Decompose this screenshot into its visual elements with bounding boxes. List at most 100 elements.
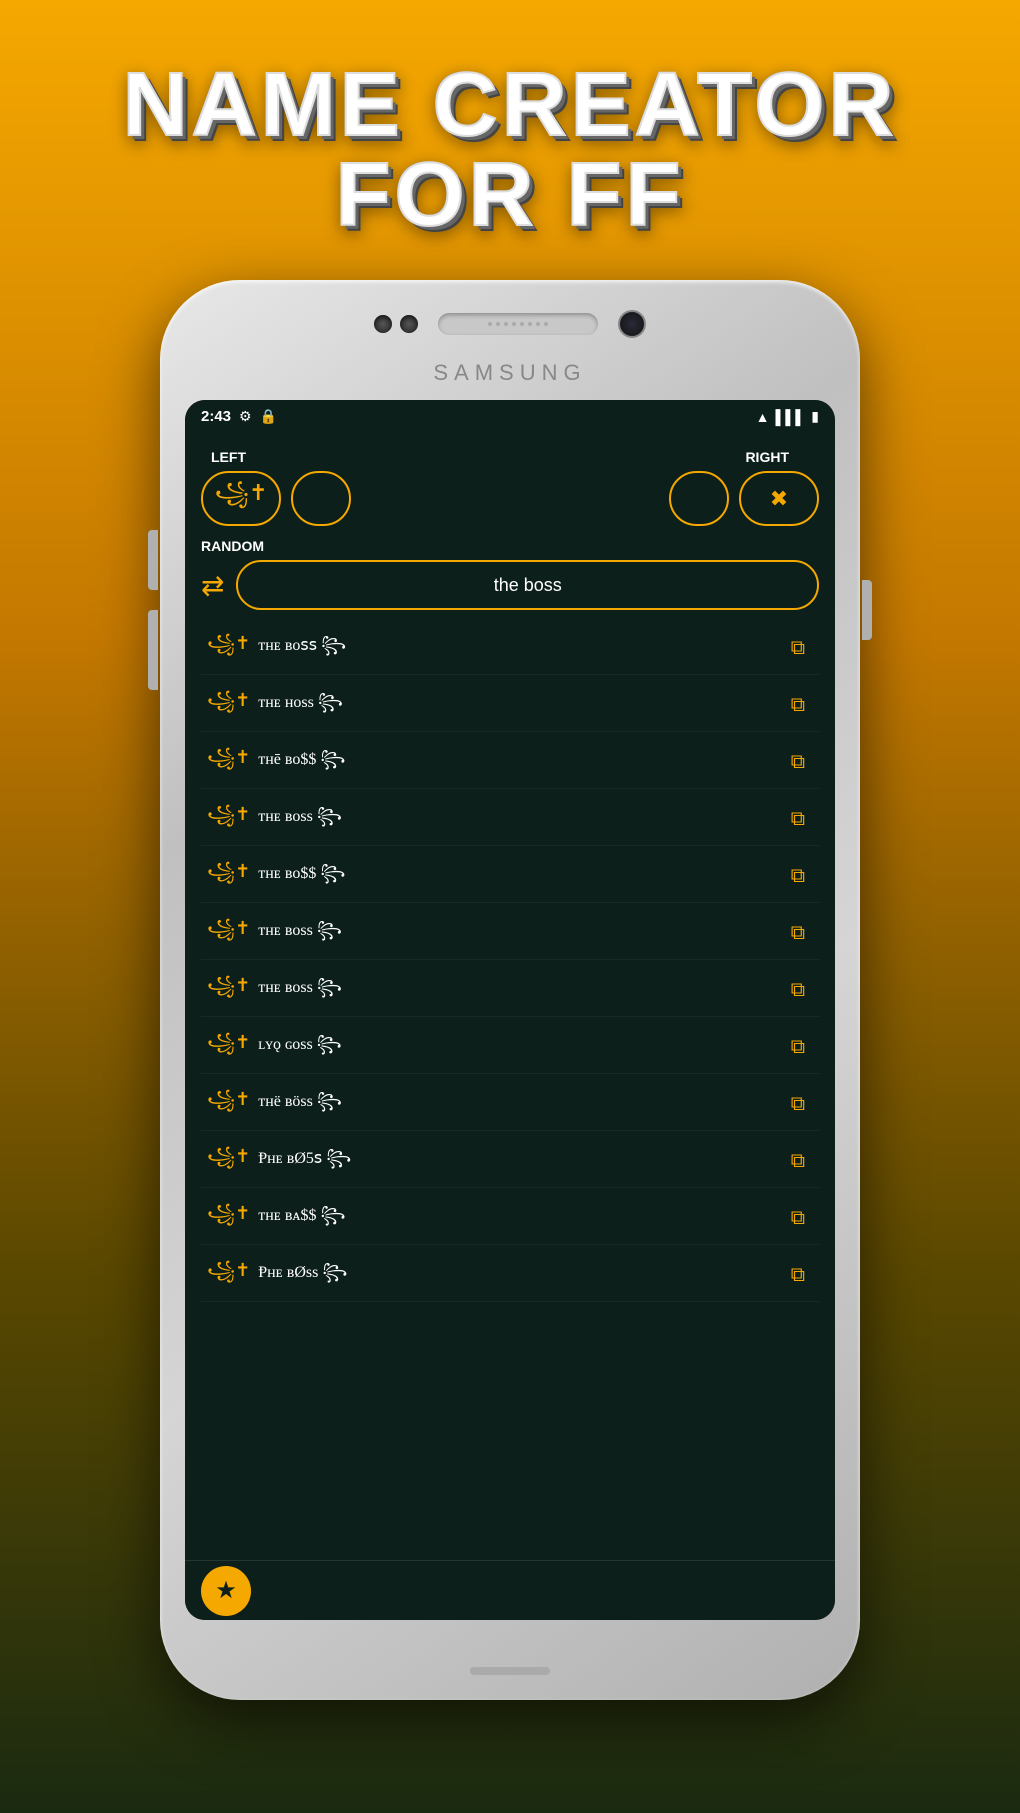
name-row-content: ꧁✝ ʟʏǫ ɢoss ꧂ [207, 1029, 783, 1065]
favorites-button[interactable]: ★ [201, 1566, 251, 1616]
name-list-item: ꧁✝ ᴛнᴇ ʙᴀ$$ ꧂ ⧉ [201, 1192, 819, 1245]
phone-top-elements [374, 310, 646, 338]
title-line1: NAME CREATOR [123, 60, 898, 150]
name-text-9: Ᵽнᴇ ʙØ5ꜱ ꧂ [258, 1145, 351, 1178]
name-list-item: ꧁✝ Ᵽнᴇ ʙØss ꧂ ⧉ [201, 1249, 819, 1302]
settings-icon: ⚙ [239, 408, 252, 425]
power-button [862, 580, 872, 640]
name-row-content: ꧁✝ ᴛнᴇ ʙo$$ ꧂ [207, 858, 783, 894]
name-row-content: ꧁✝ ᴛнē ʙo$$ ꧂ [207, 744, 783, 780]
name-row-content: ꧁✝ ᴛнᴇ ʜᴏss ꧂ [207, 687, 783, 723]
copy-button-0[interactable]: ⧉ [783, 633, 813, 664]
symbol-button-2[interactable] [291, 471, 351, 526]
status-bar: 2:43 ⚙ 🔒 ▲ ▌▌▌ ▮ [185, 400, 835, 433]
copy-button-1[interactable]: ⧉ [783, 690, 813, 721]
name-row-content: ꧁✝ Ᵽнᴇ ʙØss ꧂ [207, 1257, 783, 1293]
home-button[interactable] [470, 1667, 550, 1675]
name-row-content: ꧁✝ ᴛʜᴇ ʙᴏꜱꜱ ꧂ [207, 630, 783, 666]
name-list-item: ꧁✝ ᴛнē ʙo$$ ꧂ ⧉ [201, 736, 819, 789]
name-text-0: ᴛʜᴇ ʙᴏꜱꜱ ꧂ [258, 632, 346, 665]
battery-icon: ▮ [811, 408, 819, 425]
name-row-content: ꧁✝ ᴛнᴇ ʙᴀ$$ ꧂ [207, 1200, 783, 1236]
name-list-item: ꧁✝ ᴛнë ʙöss ꧂ ⧉ [201, 1078, 819, 1131]
copy-button-8[interactable]: ⧉ [783, 1089, 813, 1120]
random-label: RANDOM [201, 538, 819, 554]
copy-button-3[interactable]: ⧉ [783, 804, 813, 835]
volume-down-button [148, 610, 158, 690]
phone-screen: 2:43 ⚙ 🔒 ▲ ▌▌▌ ▮ LEFT RIGHT [185, 400, 835, 1620]
name-symbol-7: ꧁✝ [207, 1029, 250, 1065]
name-list-item: ꧁✝ Ᵽнᴇ ʙØ5ꜱ ꧂ ⧉ [201, 1135, 819, 1188]
name-symbol-11: ꧁✝ [207, 1257, 250, 1293]
copy-button-4[interactable]: ⧉ [783, 861, 813, 892]
wifi-icon: ▲ [756, 409, 770, 425]
name-row-content: ꧁✝ Ᵽнᴇ ʙØ5ꜱ ꧂ [207, 1143, 783, 1179]
name-list-item: ꧁✝ ᴛнᴇ ʙoss ꧂ ⧉ [201, 964, 819, 1017]
name-list-item: ꧁✝ ᴛнᴇ ʜᴏss ꧂ ⧉ [201, 679, 819, 732]
copy-button-9[interactable]: ⧉ [783, 1146, 813, 1177]
name-symbol-5: ꧁✝ [207, 915, 250, 951]
copy-button-10[interactable]: ⧉ [783, 1203, 813, 1234]
name-symbol-1: ꧁✝ [207, 687, 250, 723]
name-row-content: ꧁✝ ᴛнᴇ ʙoss ꧂ [207, 972, 783, 1008]
symbols-section: LEFT RIGHT ꧁✝ ✖ [201, 449, 819, 526]
name-input[interactable] [236, 560, 819, 610]
bottom-bar: ★ [185, 1560, 835, 1620]
name-symbol-6: ꧁✝ [207, 972, 250, 1008]
name-list-item: ꧁✝ ᴛʜᴇ ʙᴏꜱꜱ ꧂ ⧉ [201, 622, 819, 675]
symbol-button-1[interactable]: ꧁✝ [201, 471, 281, 526]
name-text-6: ᴛнᴇ ʙoss ꧂ [258, 974, 342, 1007]
copy-button-11[interactable]: ⧉ [783, 1260, 813, 1291]
symbol-buttons-row: ꧁✝ ✖ [201, 471, 819, 526]
camera-dot-2 [400, 315, 418, 333]
symbol-button-4[interactable]: ✖ [739, 471, 819, 526]
random-row: ⇄ [201, 560, 819, 610]
label-right: RIGHT [500, 449, 819, 465]
signal-icon: ▌▌▌ [776, 409, 806, 425]
title-line2: FOR FF [123, 150, 898, 240]
name-symbol-3: ꧁✝ [207, 801, 250, 837]
name-text-10: ᴛнᴇ ʙᴀ$$ ꧂ [258, 1202, 345, 1235]
speaker-grille [438, 313, 598, 335]
name-symbol-8: ꧁✝ [207, 1086, 250, 1122]
status-time: 2:43 [201, 408, 231, 425]
name-symbol-0: ꧁✝ [207, 630, 250, 666]
screen-content: LEFT RIGHT ꧁✝ ✖ [185, 433, 835, 1560]
name-list-item: ꧁✝ ᴛнᴇ ʙoss ꧂ ⧉ [201, 793, 819, 846]
label-left: LEFT [201, 449, 500, 465]
lock-icon: 🔒 [260, 408, 277, 425]
name-row-content: ꧁✝ ᴛнᴇ ʙoss ꧂ [207, 801, 783, 837]
name-text-7: ʟʏǫ ɢoss ꧂ [258, 1031, 341, 1064]
symbols-labels: LEFT RIGHT [201, 449, 819, 465]
camera-dot-1 [374, 315, 392, 333]
app-title: NAME CREATOR FOR FF [123, 0, 898, 240]
name-text-5: ᴛнᴇ ʙᴏss ꧂ [258, 917, 342, 950]
copy-button-2[interactable]: ⧉ [783, 747, 813, 778]
volume-up-button [148, 530, 158, 590]
name-symbol-10: ꧁✝ [207, 1200, 250, 1236]
phone-mockup: SAMSUNG 2:43 ⚙ 🔒 ▲ ▌▌▌ ▮ [150, 280, 870, 1730]
name-text-1: ᴛнᴇ ʜᴏss ꧂ [258, 689, 343, 722]
copy-button-7[interactable]: ⧉ [783, 1032, 813, 1063]
status-left: 2:43 ⚙ 🔒 [201, 408, 277, 425]
name-list: ꧁✝ ᴛʜᴇ ʙᴏꜱꜱ ꧂ ⧉ ꧁✝ ᴛнᴇ ʜᴏss ꧂ ⧉ ꧁✝ ᴛнē ʙ… [201, 622, 819, 1544]
name-text-4: ᴛнᴇ ʙo$$ ꧂ [258, 860, 345, 893]
samsung-label: SAMSUNG [433, 360, 586, 386]
name-text-3: ᴛнᴇ ʙoss ꧂ [258, 803, 342, 836]
name-text-8: ᴛнë ʙöss ꧂ [258, 1088, 342, 1121]
symbol-button-3[interactable] [669, 471, 729, 526]
name-row-content: ꧁✝ ᴛнᴇ ʙᴏss ꧂ [207, 915, 783, 951]
symbol-1-label: ꧁✝ [215, 476, 268, 521]
name-text-11: Ᵽнᴇ ʙØss ꧂ [258, 1259, 347, 1292]
symbol-4-label: ✖ [770, 486, 788, 512]
copy-button-5[interactable]: ⧉ [783, 918, 813, 949]
name-list-item: ꧁✝ ʟʏǫ ɢoss ꧂ ⧉ [201, 1021, 819, 1074]
name-list-item: ꧁✝ ᴛнᴇ ʙᴏss ꧂ ⧉ [201, 907, 819, 960]
camera-dots [374, 315, 418, 333]
name-row-content: ꧁✝ ᴛнë ʙöss ꧂ [207, 1086, 783, 1122]
copy-button-6[interactable]: ⧉ [783, 975, 813, 1006]
front-camera [618, 310, 646, 338]
name-symbol-4: ꧁✝ [207, 858, 250, 894]
shuffle-button[interactable]: ⇄ [201, 569, 224, 602]
name-symbol-2: ꧁✝ [207, 744, 250, 780]
